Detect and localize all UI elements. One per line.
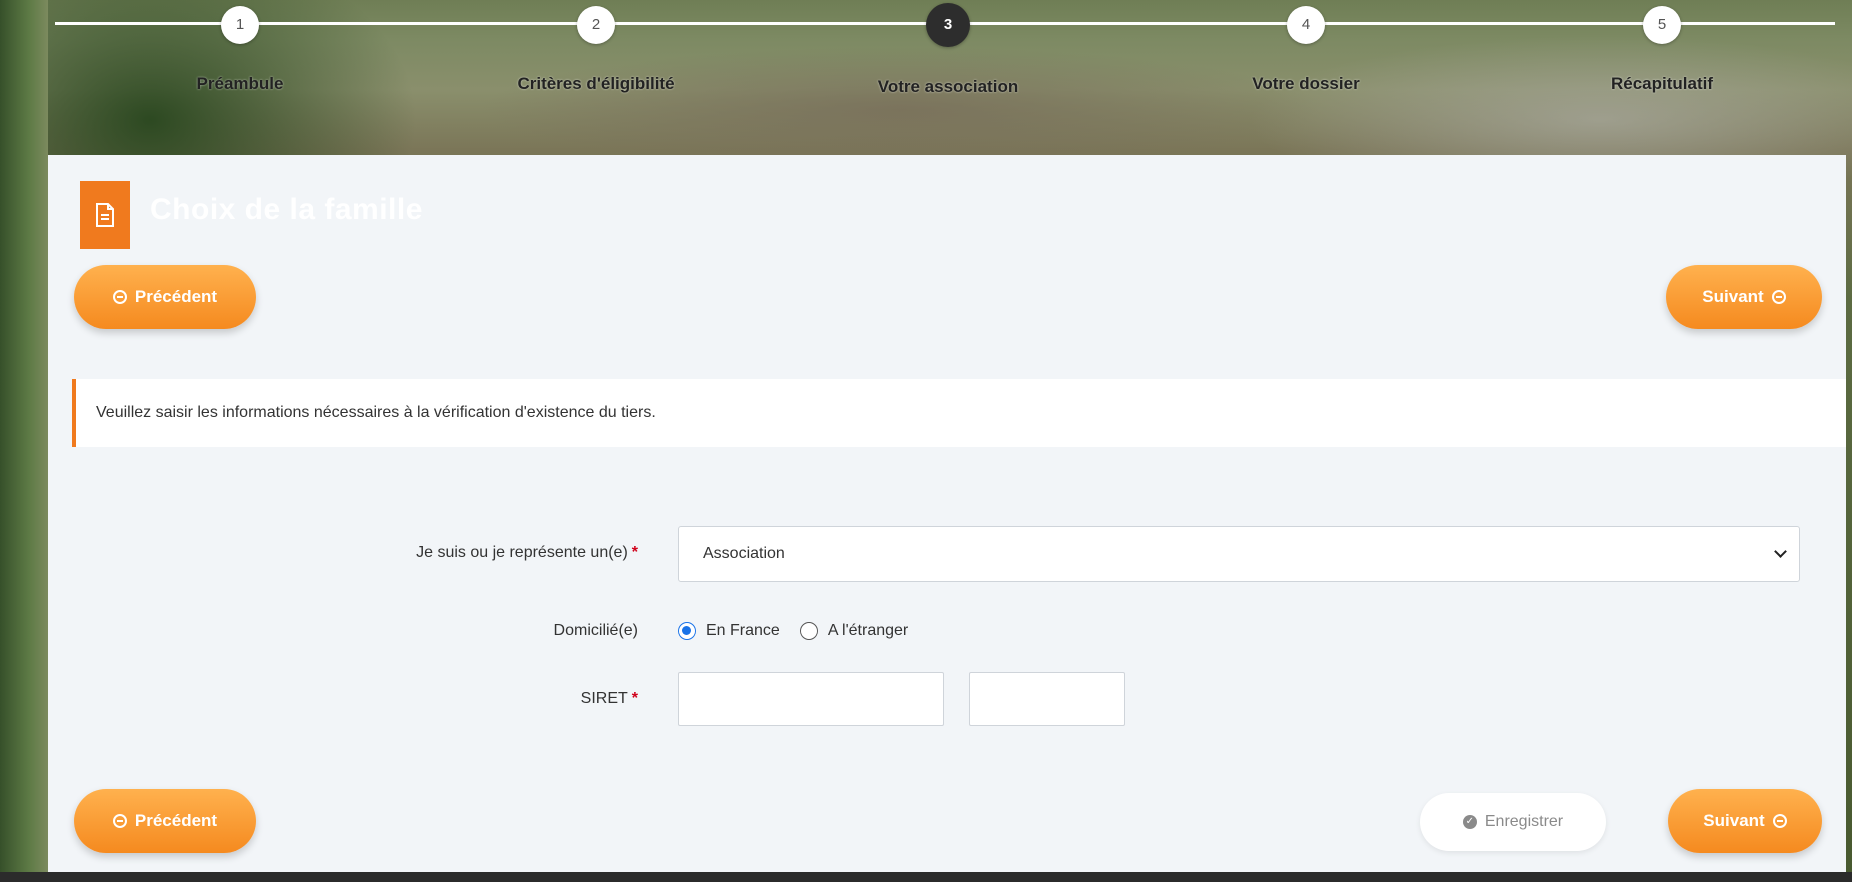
circle-right-icon <box>1771 290 1786 304</box>
step-4[interactable]: 4 Votre dossier <box>1186 6 1426 94</box>
domicile-radio-group: En France A l'étranger <box>678 619 918 643</box>
step-3-label: Votre association <box>877 77 1019 96</box>
circle-left-icon <box>112 290 127 304</box>
chevron-down-icon <box>1774 545 1787 558</box>
siret-label: SIRET * <box>338 690 638 708</box>
step-2-label: Critères d'éligibilité <box>517 74 675 93</box>
info-message: Veuillez saisir les informations nécessa… <box>72 379 1846 447</box>
next-button-bottom[interactable]: Suivant <box>1668 789 1822 853</box>
document-icon <box>80 181 130 249</box>
form-panel: Choix de la famille Précédent Suivant Ve… <box>48 155 1846 882</box>
required-marker: * <box>631 690 638 707</box>
progress-stepper: 1 Préambule 2 Critères d'éligibilité 3 V… <box>0 0 1852 110</box>
step-4-number: 4 <box>1287 6 1325 44</box>
type-label: Je suis ou je représente un(e) * <box>338 544 638 562</box>
save-button[interactable]: ✓ Enregistrer <box>1420 793 1606 851</box>
radio-en-france-label[interactable]: En France <box>706 622 780 640</box>
previous-label: Précédent <box>134 287 218 306</box>
bottom-edge <box>0 872 1852 882</box>
panel-title: Choix de la famille <box>150 193 423 226</box>
step-5[interactable]: 5 Récapitulatif <box>1542 6 1782 94</box>
type-select-value: Association <box>703 545 785 562</box>
previous-label: Précédent <box>134 811 218 830</box>
check-circle-icon: ✓ <box>1462 815 1477 829</box>
step-2[interactable]: 2 Critères d'éligibilité <box>476 6 716 94</box>
save-label: Enregistrer <box>1484 813 1564 830</box>
step-3[interactable]: 3 Votre association <box>828 3 1068 97</box>
previous-button-bottom[interactable]: Précédent <box>74 789 256 853</box>
step-1[interactable]: 1 Préambule <box>120 6 360 94</box>
siret-label-text: SIRET <box>580 690 628 707</box>
previous-button-top[interactable]: Précédent <box>74 265 256 329</box>
next-label: Suivant <box>1702 287 1764 306</box>
siret-input-1[interactable] <box>678 672 944 726</box>
radio-a-l-etranger-label[interactable]: A l'étranger <box>828 622 908 640</box>
next-button-top[interactable]: Suivant <box>1666 265 1822 329</box>
step-3-number: 3 <box>926 3 970 47</box>
radio-en-france[interactable] <box>678 622 696 640</box>
radio-a-l-etranger[interactable] <box>799 622 818 640</box>
domicile-label-text: Domicilié(e) <box>553 622 638 639</box>
siret-input-2[interactable] <box>969 672 1125 726</box>
background-foliage <box>0 0 48 882</box>
step-1-number: 1 <box>221 6 259 44</box>
domicile-label: Domicilié(e) <box>338 622 638 640</box>
step-1-label: Préambule <box>196 74 284 93</box>
circle-left-icon <box>112 814 127 828</box>
step-4-label: Votre dossier <box>1252 74 1360 93</box>
step-2-number: 2 <box>577 6 615 44</box>
info-text: Veuillez saisir les informations nécessa… <box>96 404 656 421</box>
type-label-text: Je suis ou je représente un(e) <box>416 544 628 561</box>
type-select[interactable]: Association <box>678 526 1800 582</box>
step-5-label: Récapitulatif <box>1610 74 1714 93</box>
next-label: Suivant <box>1703 811 1765 830</box>
circle-right-icon <box>1772 814 1787 828</box>
required-marker: * <box>631 544 638 561</box>
step-5-number: 5 <box>1643 6 1681 44</box>
